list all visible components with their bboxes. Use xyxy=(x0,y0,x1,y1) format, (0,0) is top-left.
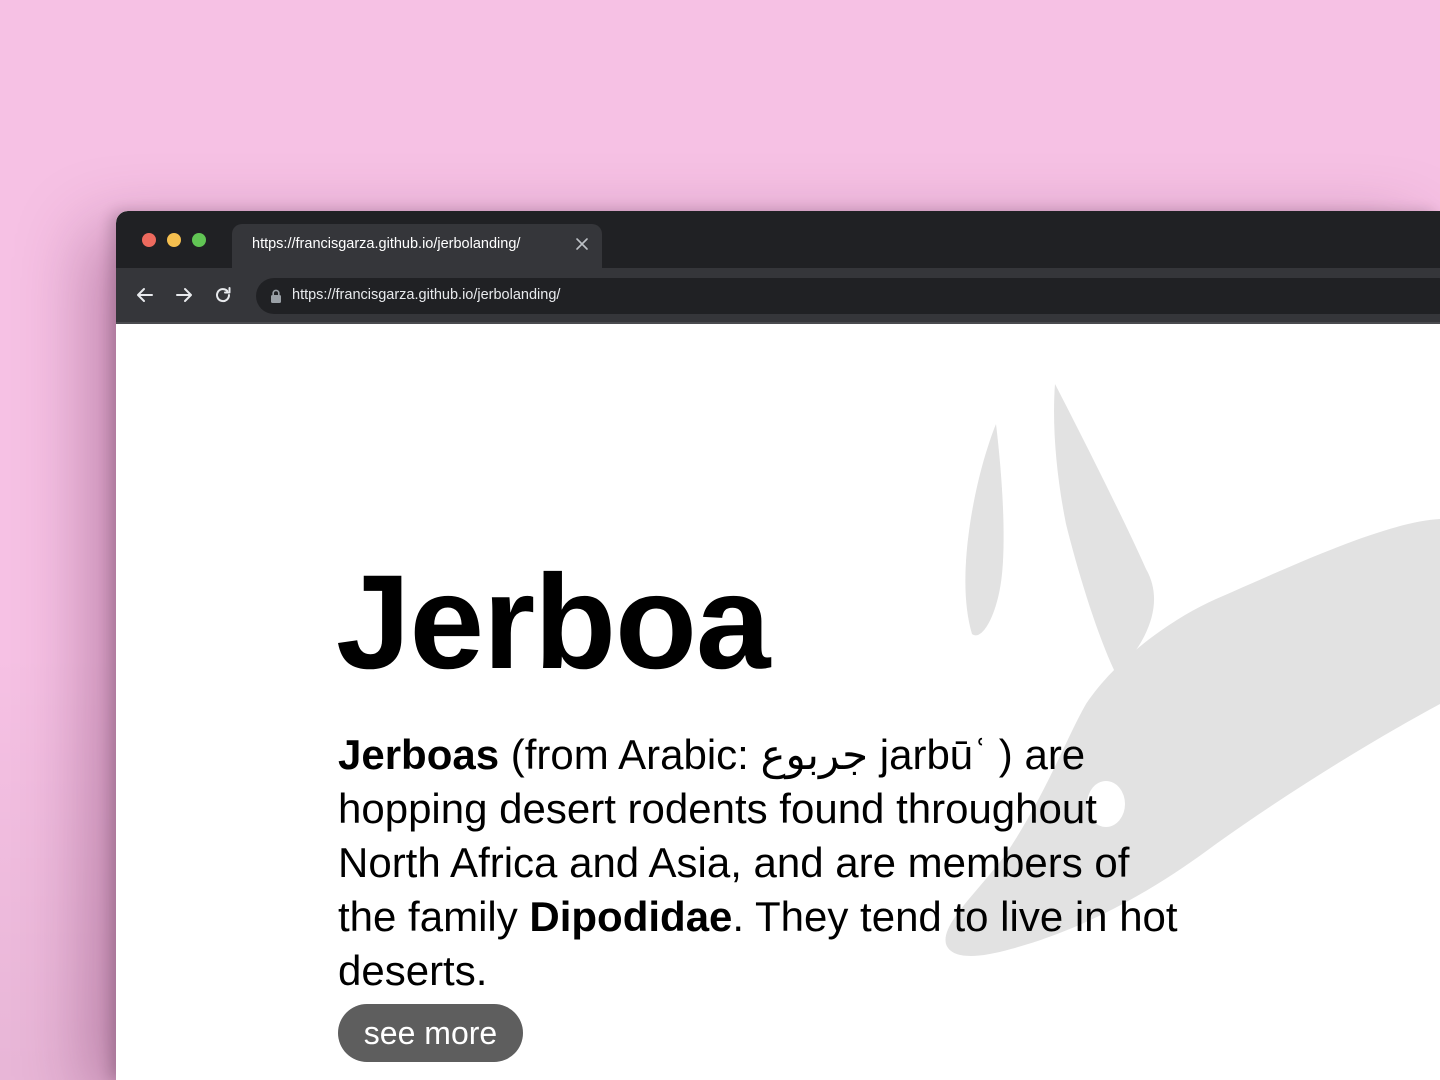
page-content: Jerboa Jerboas (from Arabic: جربوع jarbū… xyxy=(116,324,1440,1080)
address-url: https://francisgarza.github.io/jerboland… xyxy=(292,287,561,303)
tab-title: https://francisgarza.github.io/jerboland… xyxy=(252,236,521,252)
address-bar[interactable]: https://francisgarza.github.io/jerboland… xyxy=(256,278,1440,314)
browser-titlebar: https://francisgarza.github.io/jerboland… xyxy=(116,211,1440,268)
arrow-right-icon[interactable] xyxy=(171,282,197,308)
minimize-window-button[interactable] xyxy=(167,233,181,247)
lock-icon xyxy=(270,289,282,303)
browser-window: https://francisgarza.github.io/jerboland… xyxy=(116,211,1440,1080)
maximize-window-button[interactable] xyxy=(192,233,206,247)
description-intro: (from Arabic: xyxy=(499,731,761,778)
arrow-left-icon[interactable] xyxy=(132,282,158,308)
close-window-button[interactable] xyxy=(142,233,156,247)
reload-icon[interactable] xyxy=(210,282,236,308)
see-more-button[interactable]: see more xyxy=(338,1004,523,1062)
browser-toolbar: https://francisgarza.github.io/jerboland… xyxy=(116,268,1440,324)
term-jerboas: Jerboas xyxy=(338,731,500,778)
arabic-word: جربوع xyxy=(760,731,869,778)
page-title: Jerboa xyxy=(336,548,770,697)
close-icon[interactable] xyxy=(572,234,592,254)
browser-tab[interactable]: https://francisgarza.github.io/jerboland… xyxy=(232,224,602,268)
page-description: Jerboas (from Arabic: جربوع jarbūʿ ) are… xyxy=(338,728,1198,998)
term-dipodidae: Dipodidae xyxy=(529,893,733,940)
